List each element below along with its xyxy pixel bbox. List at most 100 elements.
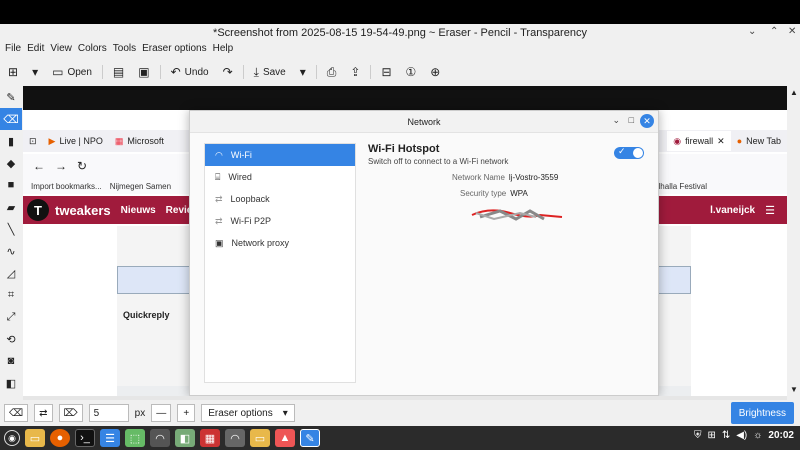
toggle-knob [633, 148, 643, 158]
redo-button[interactable]: ↷ [219, 62, 237, 82]
browser-tab: ● New Tab [731, 131, 787, 151]
filter-tool-icon[interactable]: ◙ [0, 350, 22, 372]
rectangle-select-tool-icon[interactable]: ■ [0, 174, 22, 196]
eraser-mode-button[interactable]: ⌫ [4, 404, 29, 422]
new-dropdown-button[interactable]: ▾ [28, 62, 42, 82]
menu-edit[interactable]: Edit [24, 43, 47, 59]
minimize-button[interactable]: ⌄ [748, 26, 756, 37]
terminal-icon[interactable]: ›_ [75, 429, 95, 447]
scroll-up-icon[interactable]: ▲ [790, 88, 798, 97]
open-button[interactable]: ▭ Open [48, 62, 96, 82]
menu-icon[interactable]: ◉ [4, 430, 20, 446]
menu-tools[interactable]: Tools [110, 43, 139, 59]
fill-tool-icon[interactable]: ◆ [0, 152, 22, 174]
size-increase-button[interactable]: + [177, 404, 196, 422]
menu-colors[interactable]: Colors [75, 43, 110, 59]
vertical-scrollbar[interactable]: ▲ ▼ [788, 86, 800, 396]
eraser-options-dropdown[interactable]: Eraser options ▾ [201, 404, 295, 422]
dialog-maximize-icon: □ [628, 115, 634, 125]
shield-icon[interactable]: ⛨ [694, 430, 702, 441]
undo-icon: ↶ [170, 65, 181, 79]
software-icon[interactable]: ⬚ [125, 429, 145, 447]
zoom-in-button[interactable]: ⊕ [426, 62, 444, 82]
input-icon[interactable]: ⊞ [707, 430, 715, 441]
chevron-down-icon: ▾ [299, 65, 306, 79]
zoom-original-button[interactable]: ① [402, 62, 421, 82]
security-type-label: Security type [460, 189, 507, 198]
tools-panel: ✎ ⌫ ▮ ◆ ■ ▰ ╲ ∿ ◿ ⌗ ⤢ ⟲ ◙ ◧ [0, 86, 22, 398]
text-tool-icon[interactable]: ▰ [0, 196, 22, 218]
swap-button[interactable]: ⇄ [34, 404, 53, 422]
firefox-icon: ● [736, 136, 743, 146]
sidebar-item-network-proxy: ▣ Network proxy [205, 232, 355, 254]
curve-tool-icon[interactable]: ∿ [0, 240, 22, 262]
print-button[interactable]: ⎙ [323, 62, 341, 82]
network-name-row: Network Name lj-Vostro-3559 [452, 173, 558, 182]
chevron-down-icon: ▾ [282, 407, 288, 419]
volume-icon[interactable]: ◀) [736, 430, 747, 441]
menu-eraser-options[interactable]: Eraser options [139, 43, 209, 59]
sidebar-item-label: Wi-Fi [230, 150, 252, 160]
size-input[interactable]: 5 [88, 404, 129, 422]
brightness-tray-icon[interactable]: ☼ [753, 430, 762, 441]
save-label: Save [262, 66, 286, 78]
share-button[interactable]: ⇪ [346, 62, 364, 82]
shape-tool-icon[interactable]: ◿ [0, 262, 22, 284]
eraser-alt-button[interactable]: ⌦ [58, 404, 83, 422]
swap-icon: ⇄ [39, 407, 48, 419]
menu-help[interactable]: Help [210, 43, 237, 59]
wifi-app-icon[interactable]: ◠ [150, 429, 170, 447]
separator [242, 65, 244, 79]
close-button[interactable]: ✕ [788, 26, 796, 37]
firewall-app-icon[interactable]: ▦ [200, 429, 220, 447]
scroll-down-icon[interactable]: ▼ [790, 385, 798, 394]
drawing-app-icon[interactable]: ✎ [300, 429, 320, 447]
forward-icon: → [55, 159, 67, 173]
dialog-title: Network [407, 116, 441, 127]
undo-label: Undo [184, 66, 209, 78]
network-tray-icon[interactable]: ⇅ [722, 430, 730, 441]
eraser-tool-icon[interactable]: ⌫ [0, 108, 22, 130]
tweakers-name: tweakers [55, 202, 111, 218]
color-tool-icon[interactable]: ◧ [0, 372, 22, 394]
clock[interactable]: 20:02 [768, 430, 794, 441]
files-icon[interactable]: ▭ [25, 429, 45, 447]
wired-icon: ⌸ [215, 171, 221, 182]
pencil-tool-icon[interactable]: ✎ [0, 86, 22, 108]
rotate-tool-icon[interactable]: ⟲ [0, 328, 22, 350]
brightness-button[interactable]: Brightness [730, 402, 794, 424]
text-editor-icon[interactable]: ☰ [100, 429, 120, 447]
line-tool-icon[interactable]: ╲ [0, 218, 22, 240]
browser-tab: ▶ Live | NPO [43, 131, 109, 151]
redo-icon: ↷ [222, 65, 233, 79]
npo-icon: ▶ [48, 135, 56, 146]
menu-view[interactable]: View [47, 43, 75, 59]
print-icon: ⎙ [326, 64, 337, 79]
copy-button[interactable]: ▤ [109, 62, 128, 82]
highlighter-tool-icon[interactable]: ▮ [0, 130, 22, 152]
size-decrease-button[interactable]: — [151, 404, 172, 422]
paste-button[interactable]: ▣ [134, 62, 153, 82]
firewall-icon: ◉ [673, 135, 682, 146]
sidebar-item-label: Wi-Fi P2P [230, 216, 272, 226]
zoom-out-button[interactable]: ⊟ [377, 62, 395, 82]
toggle-app-icon[interactable]: ◧ [175, 429, 195, 447]
image-viewer-icon[interactable]: ▲ [275, 429, 295, 447]
minus-icon: ⊟ [381, 65, 392, 79]
new-button[interactable]: ⊞ [4, 62, 22, 82]
bookmark-item: alhalla Festival [654, 181, 707, 191]
maximize-button[interactable]: ⌃ [770, 26, 778, 37]
scale-tool-icon[interactable]: ⤢ [0, 306, 22, 328]
crop-tool-icon[interactable]: ⌗ [0, 284, 22, 306]
save-dropdown-button[interactable]: ▾ [296, 62, 310, 82]
share-icon: ⇪ [350, 65, 361, 79]
menu-file[interactable]: File [2, 43, 24, 59]
browser-tab-list-icon[interactable]: ⊡ [23, 131, 43, 151]
folder-app-icon[interactable]: ▭ [250, 429, 270, 447]
image-canvas[interactable]: ⊡ ▶ Live | NPO ▦ Microsoft ◉ firewall ✕ ● New… [23, 86, 787, 396]
firefox-icon[interactable]: ● [50, 429, 70, 447]
undo-button[interactable]: ↶ Undo [167, 62, 213, 82]
save-button[interactable]: ⤓ Save [250, 62, 290, 82]
network-app-icon[interactable]: ◠ [225, 429, 245, 447]
loopback-icon: ⇄ [215, 193, 223, 204]
